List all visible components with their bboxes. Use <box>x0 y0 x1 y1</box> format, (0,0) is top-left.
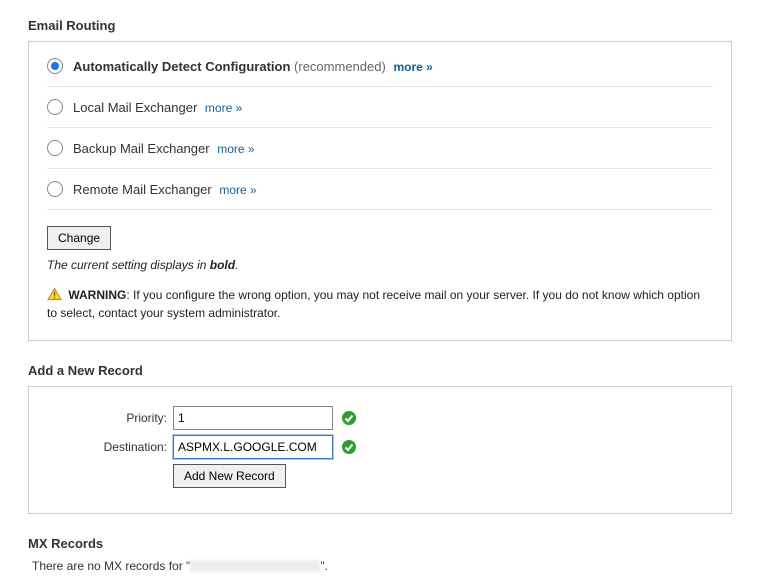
routing-option-auto[interactable]: Automatically Detect Configuration (reco… <box>47 56 713 87</box>
email-routing-panel: Automatically Detect Configuration (reco… <box>28 41 732 341</box>
more-link[interactable]: more » <box>205 101 242 115</box>
no-mx-records-text: There are no MX records for "". <box>32 559 732 573</box>
more-link[interactable]: more » <box>219 183 256 197</box>
redacted-domain <box>190 560 320 572</box>
routing-option-backup[interactable]: Backup Mail Exchanger more » <box>47 128 713 169</box>
check-icon <box>341 439 357 455</box>
add-record-panel: Priority: Destination: Add New Record <box>28 386 732 514</box>
more-link[interactable]: more » <box>217 142 254 156</box>
routing-option-label: Local Mail Exchanger more » <box>73 100 242 115</box>
warning-icon <box>47 287 62 301</box>
email-routing-heading: Email Routing <box>28 18 732 33</box>
warning-message: WARNING: If you configure the wrong opti… <box>47 286 713 322</box>
more-link[interactable]: more » <box>393 60 432 74</box>
radio-icon <box>47 58 63 74</box>
destination-input[interactable] <box>173 435 333 459</box>
routing-option-local[interactable]: Local Mail Exchanger more » <box>47 87 713 128</box>
radio-icon <box>47 140 63 156</box>
mx-records-heading: MX Records <box>28 536 732 551</box>
check-icon <box>341 410 357 426</box>
add-record-heading: Add a New Record <box>28 363 732 378</box>
priority-label: Priority: <box>47 411 173 425</box>
current-setting-hint: The current setting displays in bold. <box>47 258 713 272</box>
add-new-record-button[interactable]: Add New Record <box>173 464 286 488</box>
routing-option-remote[interactable]: Remote Mail Exchanger more » <box>47 169 713 210</box>
change-button[interactable]: Change <box>47 226 111 250</box>
routing-option-label: Remote Mail Exchanger more » <box>73 182 257 197</box>
routing-option-label: Automatically Detect Configuration (reco… <box>73 59 433 74</box>
routing-option-label: Backup Mail Exchanger more » <box>73 141 255 156</box>
radio-icon <box>47 181 63 197</box>
priority-input[interactable] <box>173 406 333 430</box>
radio-icon <box>47 99 63 115</box>
destination-label: Destination: <box>47 440 173 454</box>
